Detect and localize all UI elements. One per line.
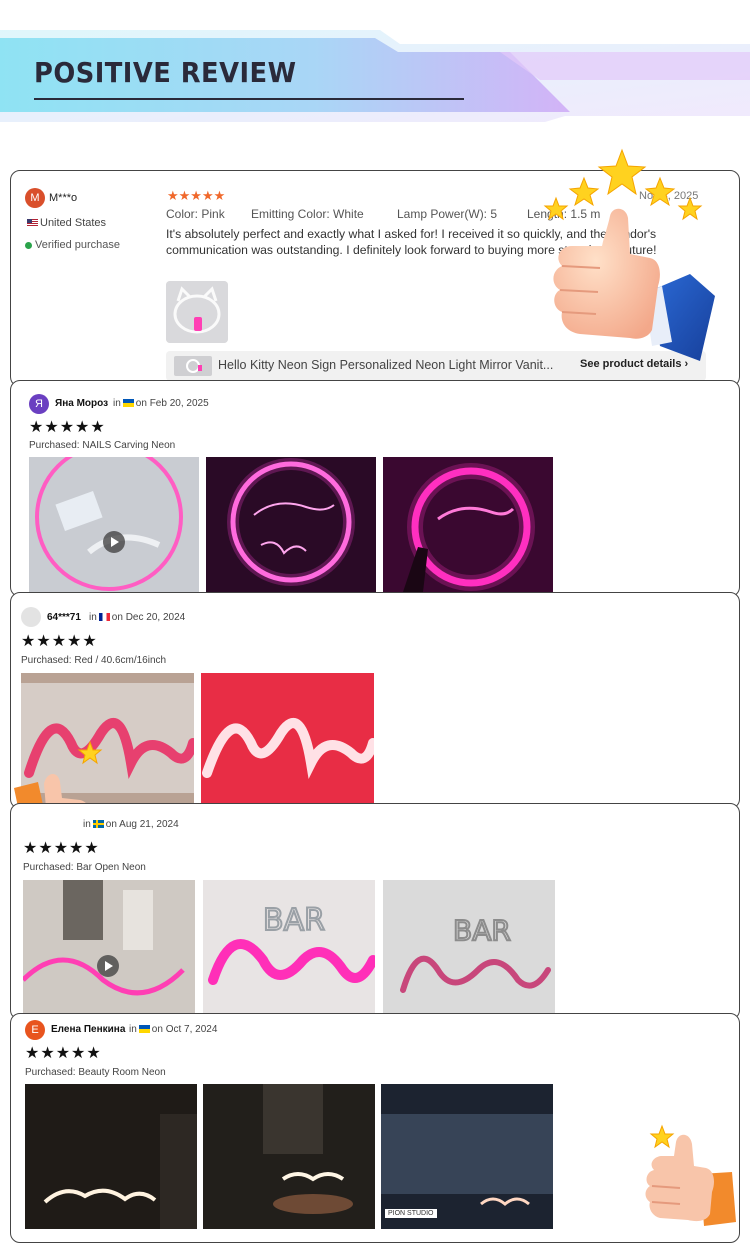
review-video[interactable] <box>29 457 199 592</box>
emit-label: Emitting Color: <box>251 207 330 221</box>
rating-stars: ★★★★★ <box>167 188 226 203</box>
lamp-value: 5 <box>490 207 498 221</box>
photo-graphic: BAR <box>203 880 375 1015</box>
rating-stars: ★★★★★ <box>25 1045 102 1062</box>
rating-stars: ★★★★★ <box>23 840 100 857</box>
svg-text:BAR: BAR <box>453 914 511 947</box>
color-label: Color: <box>166 207 199 221</box>
review-photo[interactable] <box>203 1084 375 1229</box>
review-photo[interactable]: PION STUDIO <box>381 1084 553 1229</box>
photo-graphic <box>383 457 553 592</box>
thumbs-up-icon <box>645 1124 736 1226</box>
avatar: Я <box>29 394 49 414</box>
us-flag-icon <box>27 219 38 228</box>
review-photo[interactable]: BAR <box>203 880 375 1015</box>
ukraine-flag-icon <box>122 399 134 408</box>
review-photo[interactable]: BAR <box>383 880 555 1015</box>
photo-graphic <box>203 1084 375 1229</box>
france-flag-icon <box>98 613 110 622</box>
sweden-flag-icon <box>92 820 104 829</box>
photo-graphic <box>23 880 195 1015</box>
purchased-item: Purchased: Red / 40.6cm/16inch <box>21 655 167 666</box>
avatar-placeholder-icon <box>21 607 41 627</box>
review-card: 64***71 in on Dec 20, 2024 ★★★★★ Purchase… <box>10 592 740 809</box>
photo-graphic <box>381 1084 553 1229</box>
svg-text:BAR: BAR <box>263 903 325 938</box>
review-photo[interactable] <box>383 457 553 592</box>
title-underline <box>34 98 464 100</box>
in-label: in <box>129 1024 137 1035</box>
photo-graphic <box>206 457 376 592</box>
avatar: M <box>25 188 45 208</box>
photo-graphic <box>25 1084 197 1229</box>
page-title: POSITIVE REVIEW <box>34 56 297 89</box>
purchased-item: Purchased: Beauty Room Neon <box>25 1067 166 1078</box>
review-photo[interactable] <box>25 1084 197 1229</box>
play-icon[interactable] <box>97 955 119 977</box>
review-card: in on Aug 21, 2024 ★★★★★ Purchased: Bar O… <box>10 803 740 1020</box>
photo-graphic: BAR <box>383 880 555 1015</box>
product-thumbnail <box>174 356 212 376</box>
reviewer-name: Елена Пенкина <box>51 1024 126 1035</box>
review-photo[interactable] <box>201 673 374 808</box>
rating-stars: ★★★★★ <box>21 633 98 650</box>
reviewer-name: Яна Мороз <box>55 398 109 409</box>
purchased-item: Purchased: NAILS Carving Neon <box>29 440 176 451</box>
verified-icon <box>25 241 32 249</box>
reviewer-country: United States <box>40 217 107 229</box>
product-name[interactable]: Hello Kitty Neon Sign Personalized Neon … <box>218 358 553 372</box>
reviewer-name: M***o <box>49 192 78 204</box>
avatar: Е <box>25 1020 45 1040</box>
review-video[interactable] <box>23 880 195 1015</box>
ukraine-flag-icon <box>138 1025 150 1034</box>
in-label: in <box>89 612 97 623</box>
thumbs-up-icon <box>543 148 715 361</box>
verified-label: Verified purchase <box>35 239 120 251</box>
photo-graphic <box>29 457 199 592</box>
purchased-item: Purchased: Bar Open Neon <box>23 862 146 873</box>
review-photo[interactable] <box>166 281 228 343</box>
photo-graphic <box>166 281 228 343</box>
play-icon[interactable] <box>103 531 125 553</box>
watermark: PION STUDIO <box>385 1209 437 1218</box>
in-label: in <box>113 398 121 409</box>
review-photo[interactable] <box>206 457 376 592</box>
photo-graphic <box>201 673 374 808</box>
review-date: on Feb 20, 2025 <box>135 398 209 409</box>
review-date: on Aug 21, 2024 <box>105 819 179 830</box>
review-card: Я Яна Мороз in on Feb 20, 2025 ★★★★★ Purc… <box>10 380 740 597</box>
emit-value: White <box>333 207 364 221</box>
lamp-label: Lamp Power(W): <box>397 207 488 221</box>
color-value: Pink <box>201 207 225 221</box>
review-card: Е Елена Пенкина in on Oct 7, 2024 ★★★★★ P… <box>10 1013 740 1243</box>
in-label: in <box>83 819 91 830</box>
rating-stars: ★★★★★ <box>29 419 106 436</box>
star-icon <box>543 148 703 221</box>
review-date: on Oct 7, 2024 <box>151 1024 218 1035</box>
reviewer-name: 64***71 <box>47 612 81 623</box>
review-date: on Dec 20, 2024 <box>111 612 186 623</box>
